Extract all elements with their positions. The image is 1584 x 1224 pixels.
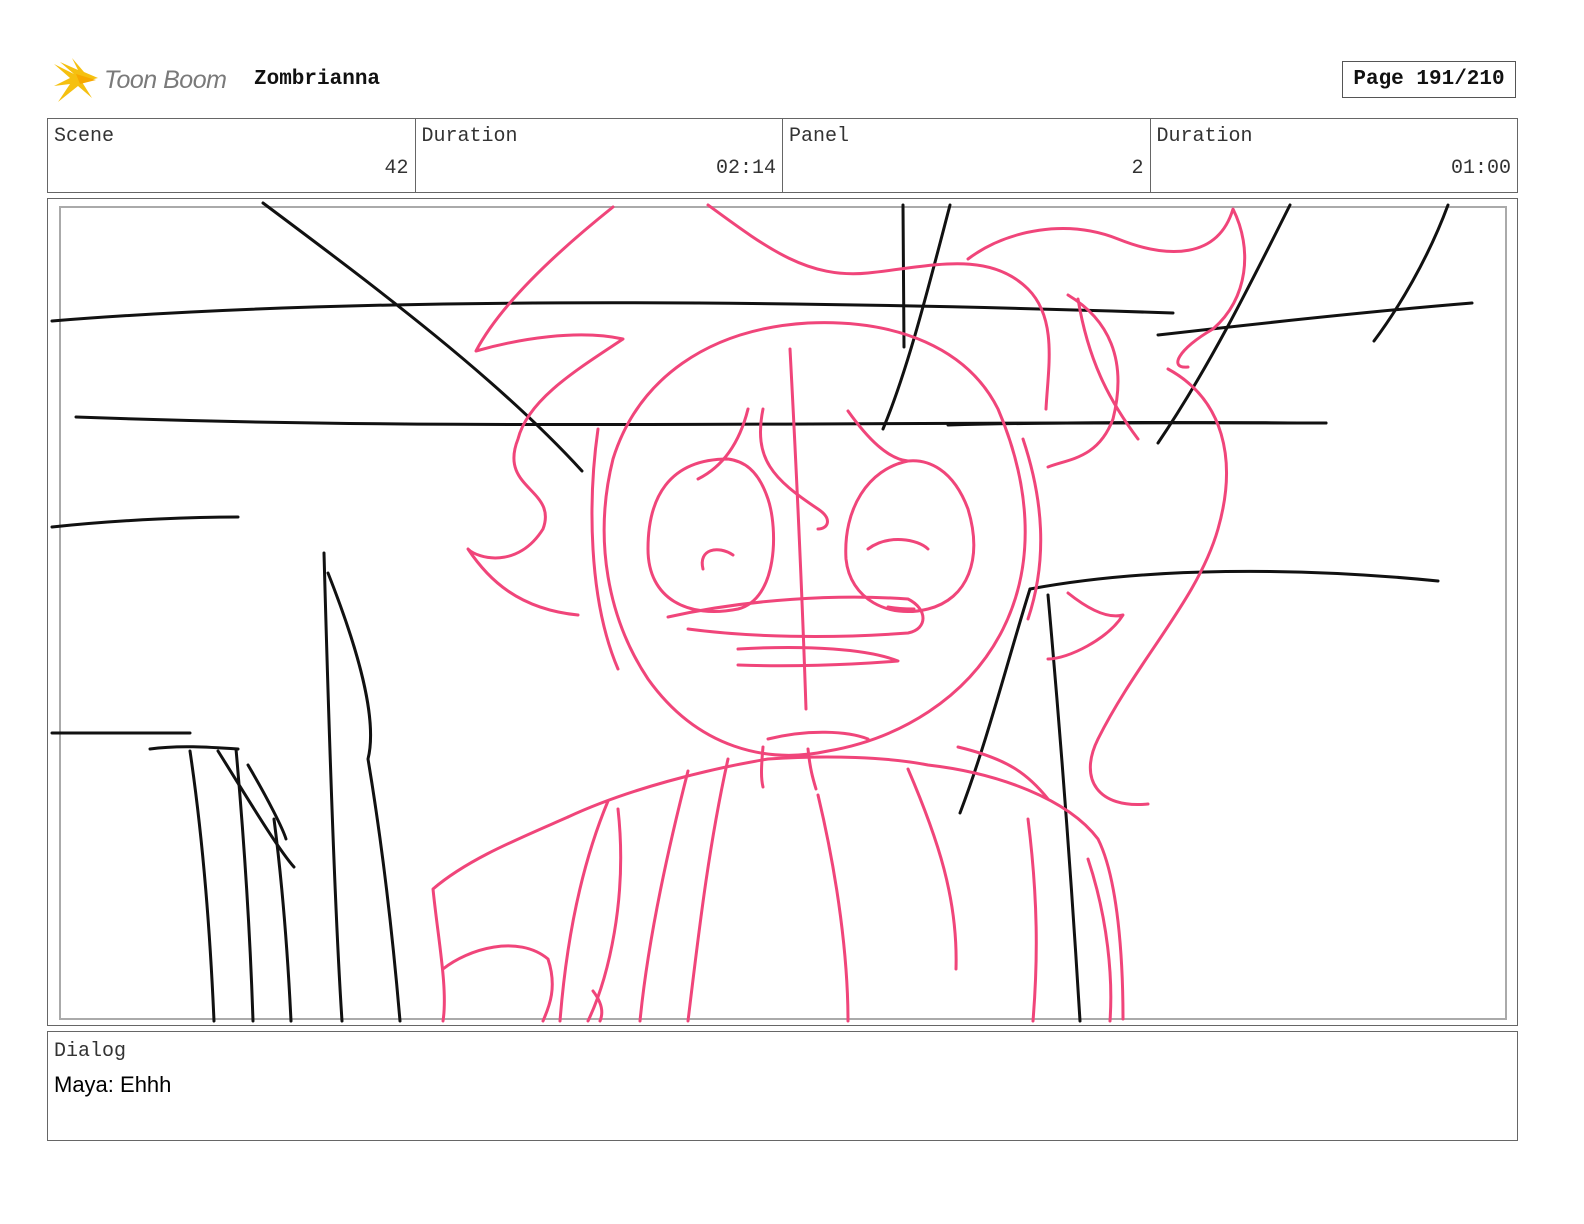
- dialog-box: Dialog Maya: Ehhh: [47, 1031, 1518, 1141]
- info-cell-panel: Panel 2: [783, 119, 1151, 192]
- toon-boom-burst-icon: [54, 58, 98, 102]
- character-sketch: [431, 203, 1247, 1023]
- panel-sketch: [50, 201, 1507, 1023]
- dialog-label: Dialog: [54, 1040, 127, 1063]
- page-number: Page 191/210: [1342, 61, 1516, 98]
- info-value: 2: [1131, 157, 1144, 180]
- info-value: 02:14: [715, 157, 776, 180]
- info-row: Scene 42 Duration 02:14 Panel 2 Duration…: [47, 118, 1518, 193]
- background-lines: [50, 201, 1474, 1023]
- storyboard-panel: [47, 198, 1518, 1026]
- info-label: Duration: [421, 125, 518, 148]
- project-title: Zombrianna: [254, 68, 381, 91]
- toon-boom-logo: Toon Boom: [52, 56, 237, 106]
- logo-text: Toon Boom: [104, 66, 227, 94]
- info-label: Scene: [54, 125, 115, 148]
- info-cell-scene-duration: Duration 02:14: [416, 119, 783, 192]
- info-value: 01:00: [1450, 157, 1511, 180]
- info-label: Duration: [1156, 125, 1253, 148]
- info-value: 42: [384, 157, 409, 180]
- info-cell-scene: Scene 42: [48, 119, 416, 192]
- info-cell-panel-duration: Duration 01:00: [1151, 119, 1518, 192]
- info-label: Panel: [789, 125, 850, 148]
- dialog-text: Maya: Ehhh: [54, 1072, 172, 1097]
